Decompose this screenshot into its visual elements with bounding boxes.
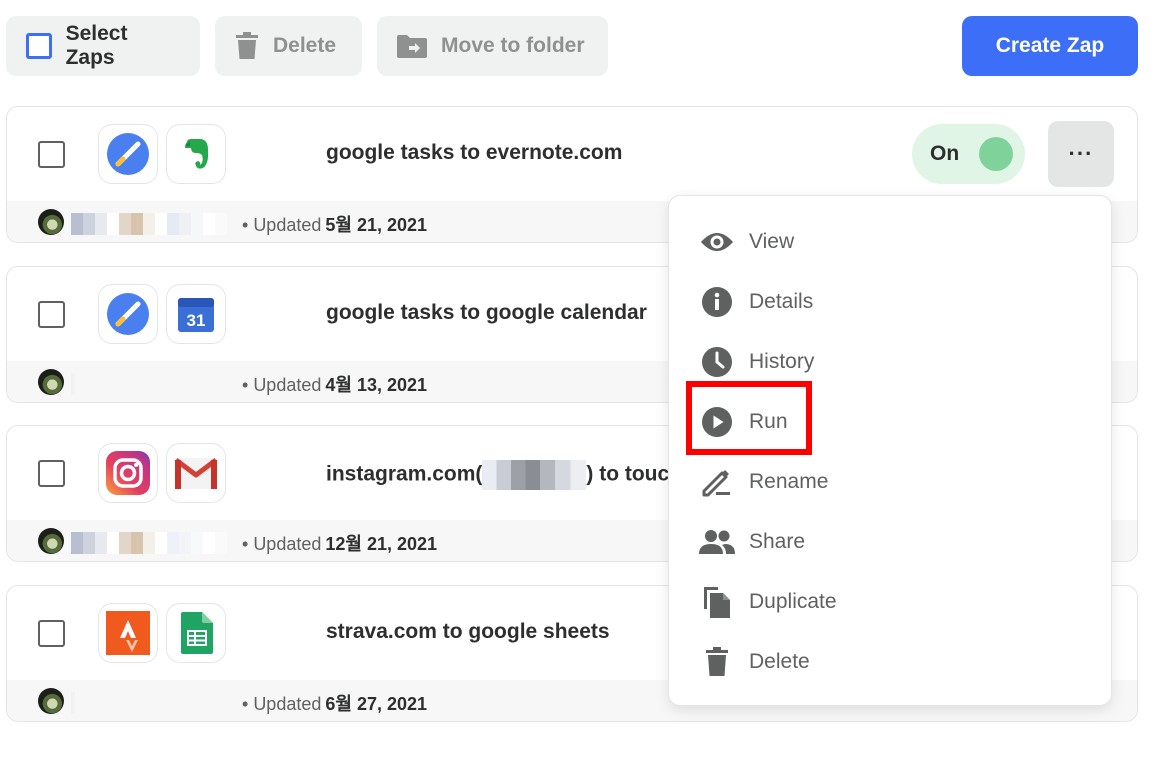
zap-title[interactable]: instagram.com( ) to touc [326,460,669,490]
zap-title-prefix: instagram.com( [326,462,483,486]
zap-row-checkbox[interactable] [38,141,65,168]
menu-item-label: Share [749,530,806,553]
updated-label: Updated [253,534,322,554]
avatar [38,528,64,554]
copy-icon [699,584,735,620]
updated-info: • Updated 4월 13, 2021 [242,375,428,395]
zap-row-checkbox[interactable] [38,460,65,487]
menu-item-view[interactable]: View [699,220,1079,264]
zap-row-checkbox[interactable] [38,620,65,647]
google-sheets-icon [166,603,226,663]
menu-item-share[interactable]: Share [699,520,1079,564]
updated-info: • Updated 6월 27, 2021 [242,694,428,714]
menu-item-label: History [749,350,815,373]
google-calendar-icon: 31 [166,284,226,344]
select-zaps-label: Select Zaps [65,22,128,69]
delete-button[interactable]: Delete [215,16,362,76]
select-all-checkbox[interactable] [26,33,52,59]
updated-label: Updated [253,215,322,235]
updated-date: 6월 27, 2021 [325,694,428,714]
updated-date: 12월 21, 2021 [325,534,438,554]
instagram-icon [98,443,158,503]
gmail-icon [166,443,226,503]
updated-label: Updated [253,375,322,395]
owner-name-redacted [71,213,227,235]
updated-date: 5월 21, 2021 [325,215,428,235]
zap-title-suffix: ) to touc [586,462,670,486]
google-tasks-icon [98,124,158,184]
updated-info: • Updated 12월 21, 2021 [242,534,438,554]
updated-date: 4월 13, 2021 [325,375,428,395]
google-tasks-icon [98,284,158,344]
zap-title-redacted [482,460,587,490]
clock-icon [699,344,735,380]
zap-row-main: google tasks to evernote.com On ··· [7,107,1137,201]
zap-row-checkbox[interactable] [38,301,65,328]
move-to-folder-label: Move to folder [441,34,585,57]
delete-label: Delete [273,34,337,57]
strava-icon [98,603,158,663]
info-icon [699,284,735,320]
trash-icon [699,644,735,680]
zap-status-toggle[interactable]: On [912,124,1025,184]
avatar [38,688,64,714]
menu-item-delete[interactable]: Delete [699,640,1079,684]
menu-item-run[interactable]: Run [699,400,1079,444]
play-icon [699,404,735,440]
folder-move-icon [397,34,427,58]
menu-item-label: Details [749,290,814,313]
zap-actions-menu: View Details History Run Rename Share Du… [668,195,1112,706]
people-icon [699,524,735,560]
eye-icon [699,224,735,260]
owner-name-redacted [71,373,75,395]
calendar-day-text: 31 [187,311,206,330]
trash-icon [235,32,259,60]
avatar [38,209,64,235]
owner-name-redacted [71,532,227,554]
zap-title[interactable]: google tasks to evernote.com [326,141,622,165]
create-zap-button[interactable]: Create Zap [962,16,1138,76]
toggle-label: On [930,142,960,165]
more-icon: ··· [1068,141,1094,166]
move-to-folder-button[interactable]: Move to folder [377,16,608,76]
updated-info: • Updated 5월 21, 2021 [242,215,428,235]
menu-item-label: Delete [749,650,810,673]
more-options-button[interactable]: ··· [1048,121,1114,187]
evernote-icon [166,124,226,184]
menu-item-details[interactable]: Details [699,280,1079,324]
updated-label: Updated [253,694,322,714]
select-zaps-button[interactable]: Select Zaps [6,16,200,76]
menu-item-label: Duplicate [749,590,837,613]
pencil-icon [699,464,735,500]
zap-title[interactable]: google tasks to google calendar [326,301,647,325]
menu-item-duplicate[interactable]: Duplicate [699,580,1079,624]
menu-item-label: Rename [749,470,829,493]
menu-item-rename[interactable]: Rename [699,460,1079,504]
toggle-knob [979,137,1013,171]
zap-title[interactable]: strava.com to google sheets [326,620,610,644]
menu-item-history[interactable]: History [699,340,1079,384]
avatar [38,369,64,395]
menu-item-label: Run [749,410,788,433]
menu-item-label: View [749,230,795,253]
owner-name-redacted [71,692,75,714]
